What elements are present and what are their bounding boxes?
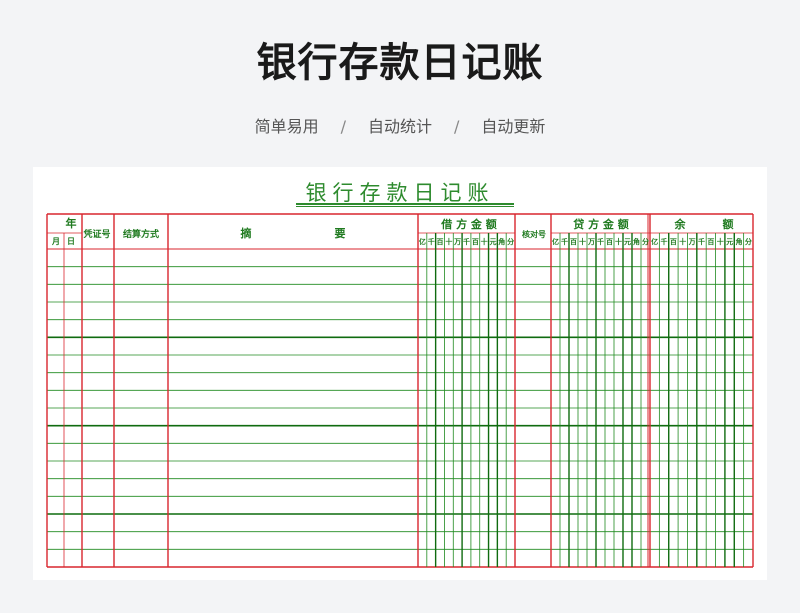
header-year: 年 xyxy=(66,216,77,230)
balance-unit-label: 百 xyxy=(707,237,714,246)
debit-unit-label: 十 xyxy=(481,237,488,246)
credit-unit-label: 万 xyxy=(587,237,595,246)
balance-unit-label: 万 xyxy=(688,237,696,246)
header-balance-left: 余 xyxy=(674,217,687,231)
balance-unit-label: 千 xyxy=(661,237,668,246)
credit-unit-label: 角 xyxy=(633,237,640,246)
balance-unit-label: 分 xyxy=(745,237,752,246)
credit-unit-label: 百 xyxy=(570,237,577,246)
debit-unit-label: 亿 xyxy=(419,237,426,246)
credit-unit-label: 亿 xyxy=(552,237,559,246)
ledger-grid: 年 月 日 凭证号 结算方式 摘 要 借 方 金 额 核对号 贷 方 金 额 余… xyxy=(46,213,754,568)
debit-unit-label: 百 xyxy=(472,237,479,246)
header-debit: 借 方 金 额 xyxy=(440,217,497,231)
header-summary-right: 要 xyxy=(335,227,346,240)
credit-unit-label: 千 xyxy=(597,237,604,246)
balance-unit-label: 元 xyxy=(726,237,733,246)
debit-unit-label: 百 xyxy=(437,237,444,246)
header-month: 月 xyxy=(51,236,60,246)
ledger-sheet: 银行存款日记账 年 月 日 凭证号 结算方式 摘 要 借 方 金 额 核对号 贷… xyxy=(33,167,767,580)
balance-unit-label: 千 xyxy=(698,237,705,246)
feature-separator: / xyxy=(454,117,460,136)
balance-unit-label: 亿 xyxy=(651,237,658,246)
header-summary-left: 摘 xyxy=(241,226,252,240)
credit-unit-label: 百 xyxy=(606,237,613,246)
credit-unit-label: 十 xyxy=(579,237,586,246)
debit-unit-label: 分 xyxy=(507,237,514,246)
header-check: 核对号 xyxy=(522,229,546,239)
feature-easy: 简单易用 xyxy=(254,117,319,136)
feature-auto-stats: 自动统计 xyxy=(367,117,432,136)
balance-unit-label: 百 xyxy=(670,237,677,246)
credit-unit-label: 元 xyxy=(624,237,631,246)
debit-unit-label: 角 xyxy=(498,237,505,246)
balance-unit-label: 十 xyxy=(717,237,724,246)
header-settlement: 结算方式 xyxy=(123,228,159,240)
debit-unit-label: 千 xyxy=(463,237,470,246)
feature-auto-update: 自动更新 xyxy=(481,117,546,136)
credit-unit-label: 千 xyxy=(561,237,568,246)
feature-list: 简单易用 / 自动统计 / 自动更新 xyxy=(0,113,800,137)
header-voucher: 凭证号 xyxy=(82,228,110,240)
feature-separator: / xyxy=(340,117,346,136)
header-balance-right: 额 xyxy=(723,217,734,231)
debit-unit-label: 十 xyxy=(445,237,452,246)
balance-unit-label: 十 xyxy=(679,237,686,246)
credit-unit-label: 分 xyxy=(642,237,649,246)
debit-unit-label: 元 xyxy=(489,237,496,246)
balance-unit-label: 角 xyxy=(735,237,742,246)
debit-unit-label: 万 xyxy=(453,237,461,246)
header-credit: 贷 方 金 额 xyxy=(573,217,629,231)
debit-unit-label: 千 xyxy=(428,237,435,246)
page-title: 银行存款日记账 xyxy=(256,40,544,86)
header-day: 日 xyxy=(67,236,75,246)
credit-unit-label: 十 xyxy=(615,237,622,246)
